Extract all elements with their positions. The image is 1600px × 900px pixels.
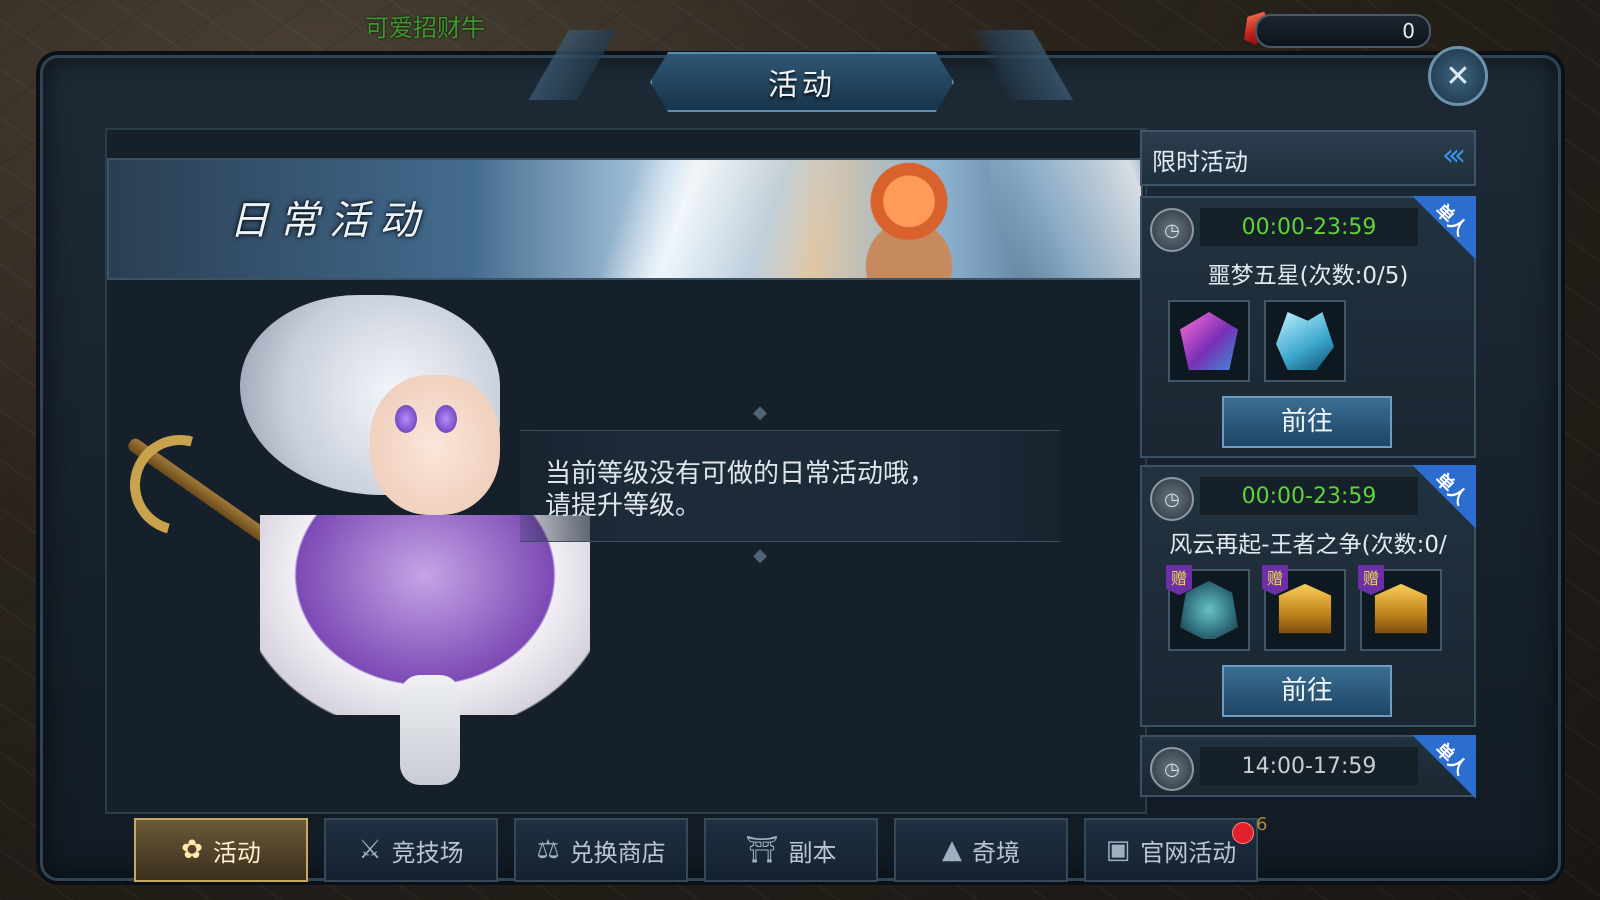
tab-label: 兑换商店 xyxy=(569,838,666,867)
book-icon: ▣ xyxy=(1105,835,1131,865)
banner-title: 日常活动 xyxy=(229,198,429,244)
gift-badge: 赠 xyxy=(1262,565,1288,595)
go-button[interactable]: 前往 xyxy=(1222,665,1392,717)
activity-time: 14:00-17:59 xyxy=(1200,747,1418,785)
window-title: 活动 xyxy=(768,68,836,103)
character-legs-art xyxy=(400,675,460,785)
character-eye-art xyxy=(435,405,457,433)
tab-wonderland[interactable]: ▲ 奇境 xyxy=(894,818,1068,882)
tab-activity[interactable]: ✿ 活动 xyxy=(134,818,308,882)
angel-wing-art xyxy=(989,160,1141,278)
character-eye-art xyxy=(395,405,417,433)
limited-activity-title: 限时活动 xyxy=(1152,148,1248,176)
tab-exchange-shop[interactable]: ⚖ 兑换商店 xyxy=(514,818,688,882)
window-title-plate: 活动 xyxy=(650,52,954,112)
gift-badge: 赠 xyxy=(1358,565,1384,595)
gift-badge: 赠 xyxy=(1166,565,1192,595)
activity-time: 00:00-23:59 xyxy=(1200,477,1418,515)
player-name-label: 可爱招财牛 xyxy=(365,14,485,42)
mountain-icon: ▲ xyxy=(942,835,962,865)
clock-icon: ◷ xyxy=(1150,747,1194,791)
ice-crystal-icon xyxy=(1276,312,1334,370)
gate-icon: ⛩ xyxy=(745,835,779,865)
staff-moon-art xyxy=(111,416,249,554)
activity-card: ◷ 00:00-23:59 单人 风云再起-王者之争(次数:0/ 赠 赠 赠 前… xyxy=(1140,465,1476,727)
pink-crystal-icon xyxy=(1180,312,1238,370)
tab-arena[interactable]: ⚔ 竞技场 xyxy=(324,818,498,882)
activity-name: 风云再起-王者之争(次数:0/ xyxy=(1169,532,1447,558)
character-face-art xyxy=(370,375,500,515)
collapse-arrows-icon[interactable]: ‹‹‹ xyxy=(1442,138,1466,173)
daily-activity-banner: 日常活动 xyxy=(107,158,1143,280)
solo-tag-label: 单人 xyxy=(1430,199,1472,241)
solo-tag-label: 单人 xyxy=(1430,738,1472,780)
message-line-2: 请提升等级。 xyxy=(545,491,702,521)
angel-wing-art xyxy=(579,160,839,278)
activity-card: ◷ 14:00-17:59 单人 xyxy=(1140,735,1476,799)
tab-label: 奇境 xyxy=(972,838,1020,867)
solo-tag-label: 单人 xyxy=(1430,468,1472,510)
bottom-tab-bar: ✿ 活动 ⚔ 竞技场 ⚖ 兑换商店 ⛩ 副本 ▲ 奇境 ▣ 官网活动 xyxy=(130,818,1270,882)
solo-tag: 单人 xyxy=(1412,465,1476,529)
ornament-top: ◆ xyxy=(753,402,767,423)
tab-official-events[interactable]: ▣ 官网活动 xyxy=(1084,818,1258,882)
angel-character-art xyxy=(809,160,1009,278)
crossed-swords-icon: ⚔ xyxy=(358,835,382,865)
tab-label: 官网活动 xyxy=(1140,838,1237,867)
activity-time: 00:00-23:59 xyxy=(1200,208,1418,246)
limited-activity-header: 限时活动 ‹‹‹ xyxy=(1140,130,1476,186)
close-icon: ✕ xyxy=(1445,58,1471,94)
reward-slot[interactable]: 赠 xyxy=(1358,565,1442,651)
activity-name: 噩梦五星(次数:0/5) xyxy=(1207,263,1409,289)
close-button[interactable]: ✕ xyxy=(1428,46,1488,106)
tab-label: 竞技场 xyxy=(391,838,464,867)
wing-ornament-right xyxy=(960,30,1080,100)
scale-icon: ⚖ xyxy=(536,835,560,865)
flower-icon: ✿ xyxy=(181,835,203,865)
clock-icon: ◷ xyxy=(1150,208,1194,252)
solo-tag: 单人 xyxy=(1412,196,1476,260)
notification-dot xyxy=(1232,822,1254,844)
ornament-bottom: ◆ xyxy=(753,545,767,566)
reward-slot[interactable]: 赠 xyxy=(1262,565,1346,651)
clock-icon: ◷ xyxy=(1150,477,1194,521)
currency-value: 0 xyxy=(1402,19,1415,43)
reward-slot[interactable] xyxy=(1264,300,1346,382)
solo-tag: 单人 xyxy=(1412,735,1476,799)
wing-ornament-left xyxy=(520,30,640,100)
reward-slot[interactable]: 赠 xyxy=(1166,565,1250,651)
reward-slot[interactable] xyxy=(1168,300,1250,382)
tab-dungeon[interactable]: ⛩ 副本 xyxy=(704,818,878,882)
tab-label: 副本 xyxy=(788,838,837,867)
tab-label: 活动 xyxy=(212,838,261,867)
currency-bar: 0 xyxy=(1255,14,1431,48)
activity-card: ◷ 00:00-23:59 单人 噩梦五星(次数:0/5) 前往 xyxy=(1140,196,1476,458)
no-activity-message: 当前等级没有可做的日常活动哦， 请提升等级。 xyxy=(520,430,1060,542)
notification-count: 6 xyxy=(1256,814,1268,835)
go-button[interactable]: 前往 xyxy=(1222,396,1392,448)
